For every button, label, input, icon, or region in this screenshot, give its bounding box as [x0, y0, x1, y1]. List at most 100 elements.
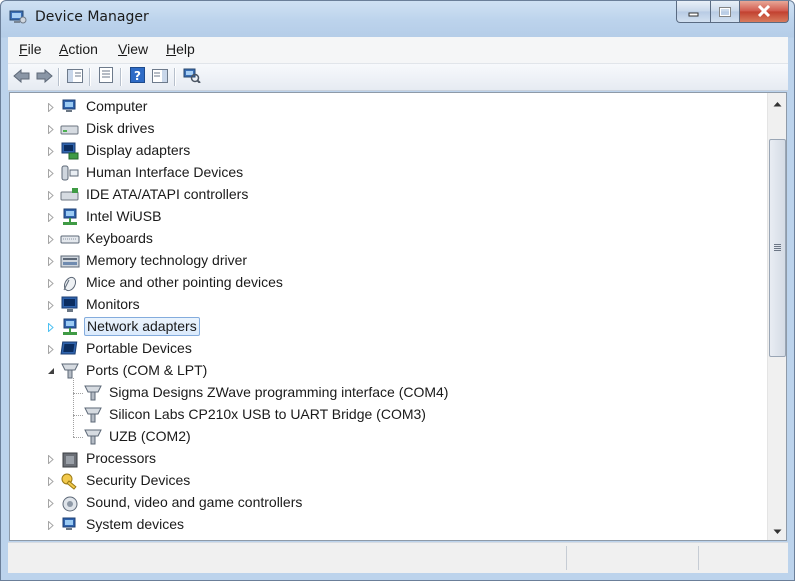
chevron-right-icon[interactable] — [46, 102, 56, 112]
device-manager-icon — [9, 9, 27, 25]
chevron-down-icon — [773, 520, 782, 539]
back-button[interactable] — [13, 68, 31, 86]
toolbar-separator — [89, 68, 91, 86]
menu-bar: File Action View Help — [8, 37, 788, 64]
chevron-right-icon[interactable] — [46, 124, 56, 134]
chevron-right-icon[interactable] — [46, 146, 56, 156]
tree-item-label: Processors — [86, 450, 157, 466]
grip-line — [774, 250, 781, 251]
close-icon — [757, 2, 771, 21]
show-hide-console-tree-button[interactable] — [66, 68, 84, 86]
tree-item[interactable]: Network adapters — [10, 316, 765, 338]
scroll-up-button[interactable] — [768, 93, 786, 110]
status-bar — [8, 542, 788, 573]
tree-connector — [73, 378, 75, 437]
chevron-right-icon[interactable] — [46, 256, 56, 266]
tree-item[interactable]: Keyboards — [10, 228, 765, 250]
show-hide-action-pane-icon — [152, 68, 168, 87]
memory-icon — [60, 252, 80, 270]
chevron-right-icon[interactable] — [46, 168, 56, 178]
tree-item[interactable]: IDE ATA/ATAPI controllers — [10, 184, 765, 206]
tree-item[interactable]: Sigma Designs ZWave programming interfac… — [10, 382, 765, 404]
chevron-right-icon[interactable] — [46, 476, 56, 486]
tree-item[interactable]: Display adapters — [10, 140, 765, 162]
chevron-right-icon[interactable] — [46, 234, 56, 244]
chevron-right-icon[interactable] — [46, 454, 56, 464]
help-icon: ? — [130, 67, 146, 87]
tree-item[interactable]: UZB (COM2) — [10, 426, 765, 448]
menu-view[interactable]: View — [118, 41, 148, 57]
chevron-right-icon[interactable] — [46, 520, 56, 530]
port-icon — [83, 406, 103, 424]
tree-item-label: Display adapters — [86, 142, 191, 158]
menu-action[interactable]: Action — [59, 41, 98, 57]
chevron-right-icon[interactable] — [46, 498, 56, 508]
chevron-right-icon[interactable] — [46, 190, 56, 200]
forward-button[interactable] — [35, 68, 53, 86]
back-icon — [13, 68, 31, 87]
chevron-right-icon[interactable] — [46, 344, 56, 354]
chevron-down-icon[interactable] — [46, 366, 56, 376]
minimize-button[interactable] — [676, 1, 711, 23]
chevron-right-icon[interactable] — [46, 212, 56, 222]
ide-controller-icon — [60, 186, 80, 204]
chevron-right-icon[interactable] — [46, 300, 56, 310]
chevron-right-icon[interactable] — [46, 322, 56, 332]
help-button[interactable]: ? — [129, 67, 147, 87]
tree-item[interactable]: Processors — [10, 448, 765, 470]
close-button[interactable] — [740, 1, 789, 23]
tree-item[interactable]: Monitors — [10, 294, 765, 316]
computer-icon — [60, 98, 80, 116]
status-pane — [698, 546, 699, 570]
maximize-icon — [719, 2, 731, 21]
scroll-down-button[interactable] — [768, 521, 786, 538]
maximize-button[interactable] — [711, 1, 740, 23]
network-adapter-icon — [60, 318, 80, 336]
toolbar-separator — [120, 68, 122, 86]
tree-item[interactable]: Ports (COM & LPT) — [10, 360, 765, 382]
scan-hardware-changes-button[interactable] — [183, 68, 201, 86]
properties-button[interactable] — [97, 67, 115, 86]
toolbar: ? — [8, 64, 788, 91]
keyboard-icon — [60, 230, 80, 248]
disk-drive-icon — [60, 120, 80, 138]
tree-item-label: Security Devices — [86, 472, 191, 488]
tree-item-label: Intel WiUSB — [86, 208, 162, 224]
display-adapter-icon — [60, 142, 80, 160]
tree-item[interactable]: Human Interface Devices — [10, 162, 765, 184]
scrollbar-thumb[interactable] — [769, 139, 786, 357]
tree-item-label: Memory technology driver — [86, 252, 248, 268]
tree-item[interactable]: System devices — [10, 514, 765, 536]
window-title: Device Manager — [35, 9, 149, 25]
chevron-up-icon — [773, 93, 782, 111]
tree-item-label: Monitors — [86, 296, 140, 312]
title-bar[interactable]: Device Manager — [1, 1, 794, 36]
tree-connector — [73, 437, 83, 439]
port-icon — [83, 428, 103, 446]
hid-icon — [60, 164, 80, 182]
show-hide-action-pane-button[interactable] — [151, 68, 169, 86]
tree-item[interactable]: Memory technology driver — [10, 250, 765, 272]
grip-line — [774, 248, 781, 249]
portable-device-icon — [60, 340, 80, 358]
security-key-icon — [60, 472, 80, 490]
menu-help[interactable]: Help — [166, 41, 195, 57]
tree-item[interactable]: Intel WiUSB — [10, 206, 765, 228]
tree-item-label: UZB (COM2) — [109, 428, 191, 444]
tree-item[interactable]: Portable Devices — [10, 338, 765, 360]
tree-item[interactable]: Computer — [10, 96, 765, 118]
tree-item[interactable]: Sound, video and game controllers — [10, 492, 765, 514]
tree-item[interactable]: Mice and other pointing devices — [10, 272, 765, 294]
chevron-right-icon[interactable] — [46, 278, 56, 288]
tree-item[interactable]: Silicon Labs CP210x USB to UART Bridge (… — [10, 404, 765, 426]
show-hide-console-tree-icon — [67, 68, 83, 87]
menu-file[interactable]: File — [19, 41, 42, 57]
device-tree[interactable]: Computer Disk drives Display adapters Human… — [9, 92, 787, 541]
vertical-scrollbar[interactable] — [767, 93, 786, 540]
tree-item[interactable]: Security Devices — [10, 470, 765, 492]
forward-icon — [35, 68, 53, 87]
tree-item-label: System devices — [86, 516, 185, 532]
tree-item-label: Computer — [86, 98, 148, 114]
tree-item[interactable]: Disk drives — [10, 118, 765, 140]
status-pane — [566, 546, 567, 570]
